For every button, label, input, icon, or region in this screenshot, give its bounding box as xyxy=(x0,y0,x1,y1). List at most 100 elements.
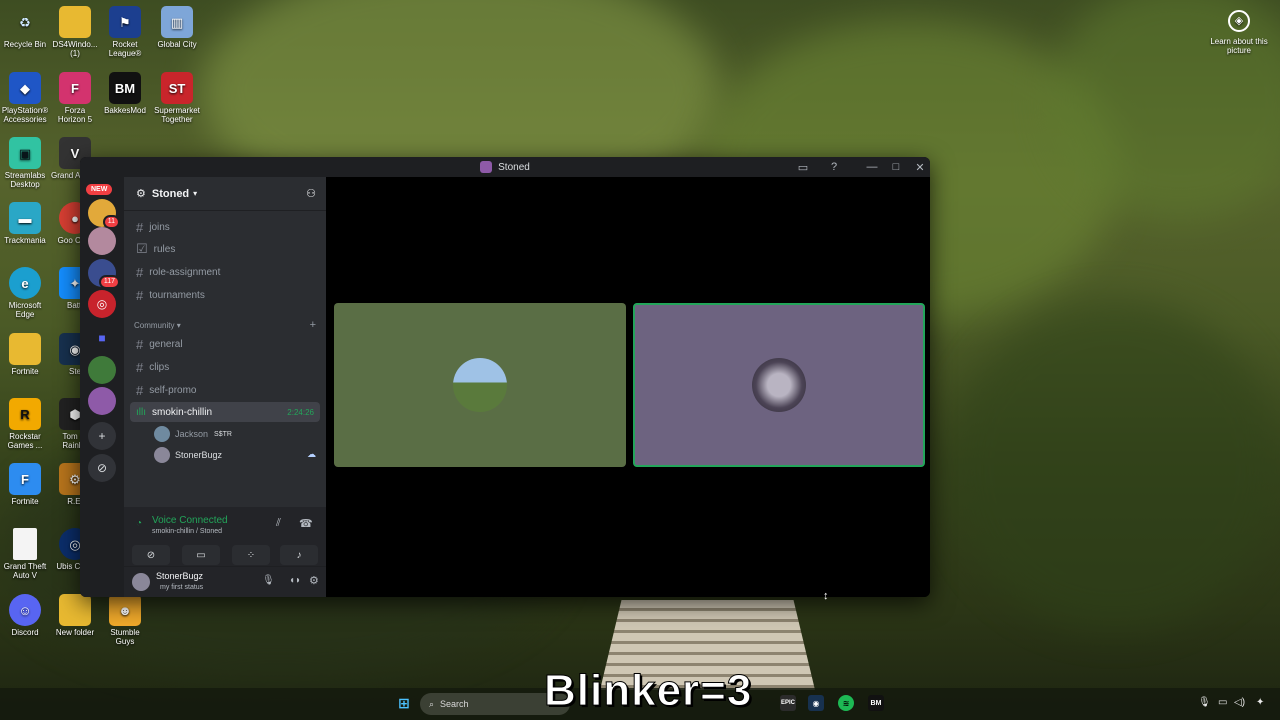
channel-tournaments[interactable]: # tournaments xyxy=(130,285,320,305)
desktop-icon-global-city[interactable]: ▥ Global City xyxy=(152,6,202,49)
global-city-icon: ▥ xyxy=(161,6,193,38)
hash-icon: # xyxy=(136,382,144,398)
window-title: Stoned xyxy=(498,161,530,173)
rocket-league-icon: ⚑ xyxy=(109,6,141,38)
desktop-icon-streamlabs[interactable]: ▣ Streamlabs Desktop xyxy=(0,137,50,189)
add-channel-icon[interactable]: + xyxy=(310,319,316,331)
explore-icon[interactable]: ⊘ xyxy=(88,454,116,482)
channel-role-assignment[interactable]: # role-assignment xyxy=(130,262,320,282)
channel-clips[interactable]: # clips xyxy=(130,357,320,377)
guild-icon-2[interactable] xyxy=(88,227,116,255)
desktop-icon-playstation[interactable]: ◆ PlayStation® Accessories xyxy=(0,72,50,124)
desktop-icon-new-folder[interactable]: New folder xyxy=(50,594,100,637)
desktop-icon-edge[interactable]: e Microsoft Edge xyxy=(0,267,50,319)
microphone-icon[interactable]: 🎙 xyxy=(262,575,275,586)
learn-about-picture[interactable]: ◈ Learn about this picture xyxy=(1210,10,1268,55)
voice-stage xyxy=(330,177,930,597)
desktop-icon-rocket-league[interactable]: ⚑ Rocket League® xyxy=(100,6,150,58)
avatar[interactable] xyxy=(132,573,150,591)
close-button[interactable]: ✕ xyxy=(911,159,929,175)
desktop-icon-forza[interactable]: F Forza Horizon 5 xyxy=(50,72,100,124)
microphone-icon[interactable]: 🎙 xyxy=(1198,697,1211,708)
guild-icon-4[interactable]: ◎ xyxy=(88,290,116,318)
channel-rules[interactable]: ☑ rules xyxy=(130,239,320,259)
voice-status[interactable]: Voice Connected xyxy=(152,515,228,526)
steam-icon[interactable]: ◉ xyxy=(808,695,824,711)
participant-tile-stonerbugz[interactable] xyxy=(633,303,925,467)
chevron-down-icon: ▾ xyxy=(193,189,198,198)
folder-icon[interactable]: ■ xyxy=(88,324,116,352)
desktop-icon-trackmania[interactable]: ▬ Trackmania xyxy=(0,202,50,245)
rules-icon: ☑ xyxy=(136,241,148,256)
desktop-icon-stumble-guys[interactable]: ☻ Stumble Guys xyxy=(100,594,150,646)
help-icon[interactable]: ? xyxy=(825,159,843,175)
folder-icon xyxy=(9,333,41,365)
channel-sidebar: ⚙ Stoned ▾ ⚇ # joins ☑ rules # role-assi… xyxy=(124,177,326,597)
voice-channel-smokin-chillin[interactable]: ıllı smokin-chillin 2:24:26 xyxy=(130,402,320,422)
add-user-icon[interactable]: ⚇ xyxy=(306,187,316,200)
guild-icon-stoned[interactable] xyxy=(88,387,116,415)
playstation-icon: ◆ xyxy=(9,72,41,104)
participant-tile-jackson[interactable] xyxy=(334,303,626,467)
headphones-icon[interactable]: ◖◗ xyxy=(289,575,301,586)
supermarket-icon: ST xyxy=(161,72,193,104)
signal-icon: ◔ xyxy=(136,518,143,529)
streaming-icon: ☁ xyxy=(307,449,316,459)
window-titlebar[interactable]: Stoned ▭ ? — □ ✕ xyxy=(80,157,930,177)
network-icon[interactable]: ▭ xyxy=(1218,697,1227,708)
desktop-icon-rockstar[interactable]: R Rockstar Games ... xyxy=(0,398,50,450)
guild-icon-3[interactable]: 117 xyxy=(88,259,120,289)
hash-icon: # xyxy=(136,336,144,352)
start-icon[interactable]: ⊞ xyxy=(396,695,412,711)
voice-location[interactable]: smokin-chillin / Stoned xyxy=(152,528,222,535)
username[interactable]: StonerBugz xyxy=(156,571,203,581)
channel-general[interactable]: # general xyxy=(130,334,320,354)
hash-icon: # xyxy=(136,359,144,375)
gear-icon[interactable]: ⚙ xyxy=(309,574,319,587)
guild-icon-1[interactable]: 11 xyxy=(88,199,120,229)
activities-button[interactable]: ⁘ xyxy=(232,545,270,565)
epic-games-icon[interactable]: EPIC xyxy=(780,695,796,711)
desktop-icon-supermarket[interactable]: ST Supermarket Together xyxy=(152,72,202,124)
channel-joins[interactable]: # joins xyxy=(130,217,320,237)
channel-self-promo[interactable]: # self-promo xyxy=(130,380,320,400)
folder-icon xyxy=(59,6,91,38)
desktop-icon-bakkesmod[interactable]: BM BakkesMod xyxy=(100,72,150,115)
add-server-icon[interactable]: + xyxy=(88,422,116,450)
desktop-icon-ds4windows[interactable]: DS4Windo... (1) xyxy=(50,6,100,58)
bakkesmod-icon[interactable]: BM xyxy=(868,695,884,711)
avatar xyxy=(154,426,170,442)
hash-icon: # xyxy=(136,287,144,303)
minimize-button[interactable]: — xyxy=(863,159,881,175)
screen-share-button[interactable]: ▭ xyxy=(182,545,220,565)
camera-off-button[interactable]: ⊘ xyxy=(132,545,170,565)
discord-icon: ☺ xyxy=(9,594,41,626)
category-community[interactable]: Community ▾ xyxy=(134,321,181,330)
recycle-bin-icon: ♻ xyxy=(19,14,31,30)
guild-icon-5[interactable] xyxy=(88,356,116,384)
noise-suppression-icon[interactable]: ⫽ xyxy=(276,517,281,530)
avatar xyxy=(752,358,806,412)
desktop-icon-recycle-bin[interactable]: ♻ Recycle Bin xyxy=(0,6,50,50)
stumble-guys-icon: ☻ xyxy=(109,594,141,626)
server-header[interactable]: ⚙ Stoned ▾ ⚇ xyxy=(124,177,326,211)
server-list: NEW 11 117 ◎ ■ + ⊘ xyxy=(80,177,124,597)
voice-user-stonerbugz[interactable]: StonerBugz xyxy=(154,446,222,464)
custom-status[interactable]: my first status xyxy=(160,584,203,591)
spotify-icon[interactable]: ≋ xyxy=(838,695,854,711)
soundboard-button[interactable]: ♪ xyxy=(280,545,318,565)
file-icon xyxy=(13,528,37,560)
volume-icon[interactable]: ◁) xyxy=(1234,697,1245,708)
desktop-icon-gta-file[interactable]: Grand Theft Auto V xyxy=(0,528,50,580)
bakkesmod-icon: BM xyxy=(109,72,141,104)
voice-user-jackson[interactable]: Jackson S$TR xyxy=(154,425,232,443)
desktop-icon-discord[interactable]: ☺ Discord xyxy=(0,594,50,637)
notification-icon[interactable]: ✦ xyxy=(1256,697,1264,708)
inbox-icon[interactable]: ▭ xyxy=(794,159,812,175)
disconnect-icon[interactable]: ☎ xyxy=(299,517,313,530)
maximize-button[interactable]: □ xyxy=(887,159,905,175)
folder-icon xyxy=(59,594,91,626)
desktop-icon-fortnite[interactable]: F Fortnite xyxy=(0,463,50,506)
voice-activity-icon: ıllı xyxy=(136,406,146,418)
desktop-icon-fortnite-folder[interactable]: Fortnite xyxy=(0,333,50,376)
